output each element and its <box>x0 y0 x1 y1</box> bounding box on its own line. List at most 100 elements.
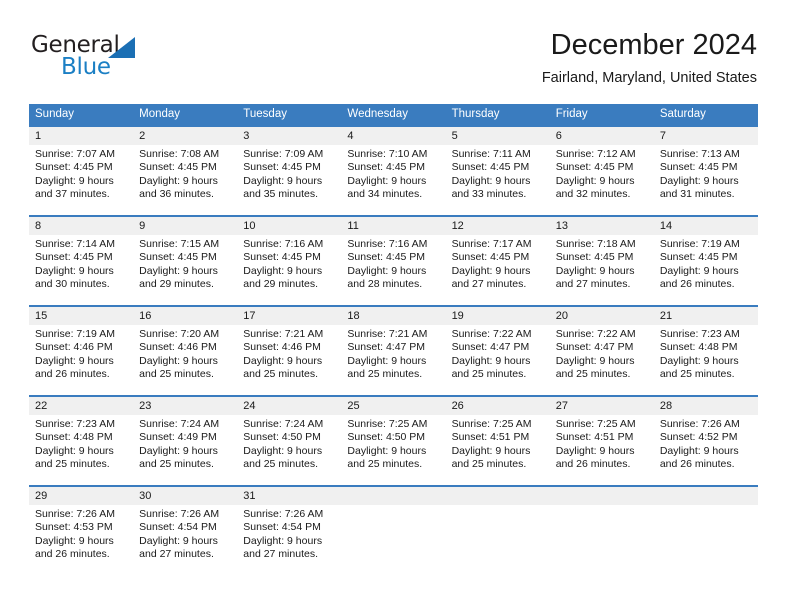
day-cell[interactable]: Sunrise: 7:25 AM Sunset: 4:50 PM Dayligh… <box>341 415 445 485</box>
day-number[interactable]: 31 <box>237 487 341 505</box>
day-cell[interactable]: Sunrise: 7:10 AM Sunset: 4:45 PM Dayligh… <box>341 145 445 215</box>
sunset-text: Sunset: 4:47 PM <box>451 341 530 354</box>
day-number[interactable]: 12 <box>446 217 550 235</box>
day-number[interactable]: 18 <box>341 307 445 325</box>
general-blue-logo[interactable]: General Blue <box>29 32 169 88</box>
daylight-text-line2: and 27 minutes. <box>555 278 631 291</box>
day-cell[interactable]: Sunrise: 7:17 AM Sunset: 4:45 PM Dayligh… <box>446 235 550 305</box>
daylight-text-line2: and 27 minutes. <box>139 548 214 561</box>
week-day-number-band: 29 30 31 <box>29 487 758 505</box>
daylight-text-line1: Daylight: 9 hours <box>35 444 114 457</box>
weekday-header-friday: Friday <box>555 108 588 120</box>
sunrise-text: Sunrise: 7:20 AM <box>139 328 220 340</box>
day-cell[interactable]: Sunrise: 7:26 AM Sunset: 4:54 PM Dayligh… <box>133 505 237 575</box>
sunrise-text: Sunrise: 7:24 AM <box>243 418 324 430</box>
day-cell[interactable]: Sunrise: 7:16 AM Sunset: 4:45 PM Dayligh… <box>341 235 445 305</box>
day-number[interactable]: 28 <box>654 397 758 415</box>
day-number[interactable]: 30 <box>133 487 237 505</box>
day-cell[interactable]: Sunrise: 7:22 AM Sunset: 4:47 PM Dayligh… <box>446 325 550 395</box>
day-cell[interactable]: Sunrise: 7:22 AM Sunset: 4:47 PM Dayligh… <box>550 325 654 395</box>
day-number[interactable]: 9 <box>133 217 237 235</box>
daylight-text-line2: and 32 minutes. <box>555 188 631 201</box>
day-cell[interactable]: Sunrise: 7:14 AM Sunset: 4:45 PM Dayligh… <box>29 235 133 305</box>
day-cell[interactable]: Sunrise: 7:16 AM Sunset: 4:45 PM Dayligh… <box>237 235 341 305</box>
sunset-text: Sunset: 4:50 PM <box>347 431 426 444</box>
blue-triangle-icon <box>108 37 135 58</box>
day-cell[interactable]: Sunrise: 7:21 AM Sunset: 4:46 PM Dayligh… <box>237 325 341 395</box>
day-number[interactable]: 20 <box>550 307 654 325</box>
daylight-text-line1: Daylight: 9 hours <box>35 534 114 547</box>
day-cell[interactable]: Sunrise: 7:21 AM Sunset: 4:47 PM Dayligh… <box>341 325 445 395</box>
day-cell[interactable]: Sunrise: 7:26 AM Sunset: 4:53 PM Dayligh… <box>29 505 133 575</box>
day-number[interactable]: 23 <box>133 397 237 415</box>
day-number[interactable]: 11 <box>341 217 445 235</box>
day-cell[interactable]: Sunrise: 7:20 AM Sunset: 4:46 PM Dayligh… <box>133 325 237 395</box>
daylight-text-line1: Daylight: 9 hours <box>659 354 739 367</box>
daylight-text-line2: and 25 minutes. <box>139 368 214 381</box>
day-number[interactable]: 24 <box>237 397 341 415</box>
day-cell[interactable]: Sunrise: 7:09 AM Sunset: 4:45 PM Dayligh… <box>237 145 341 215</box>
daylight-text-line2: and 26 minutes. <box>659 278 735 291</box>
day-cell[interactable]: Sunrise: 7:15 AM Sunset: 4:45 PM Dayligh… <box>133 235 237 305</box>
calendar-grid: Sunday Monday Tuesday Wednesday Thursday… <box>29 104 758 575</box>
day-number[interactable]: 15 <box>29 307 133 325</box>
week-detail-band: Sunrise: 7:14 AM Sunset: 4:45 PM Dayligh… <box>29 235 758 305</box>
daylight-text-line2: and 35 minutes. <box>243 188 318 201</box>
daylight-text-line1: Daylight: 9 hours <box>451 354 531 367</box>
day-number[interactable]: 4 <box>341 127 445 145</box>
day-cell[interactable]: Sunrise: 7:25 AM Sunset: 4:51 PM Dayligh… <box>446 415 550 485</box>
day-cell[interactable]: Sunrise: 7:12 AM Sunset: 4:45 PM Dayligh… <box>550 145 654 215</box>
day-cell[interactable]: Sunrise: 7:26 AM Sunset: 4:52 PM Dayligh… <box>654 415 758 485</box>
day-cell[interactable]: Sunrise: 7:24 AM Sunset: 4:50 PM Dayligh… <box>237 415 341 485</box>
day-cell[interactable]: Sunrise: 7:07 AM Sunset: 4:45 PM Dayligh… <box>29 145 133 215</box>
day-cell[interactable]: Sunrise: 7:13 AM Sunset: 4:45 PM Dayligh… <box>654 145 758 215</box>
day-cell[interactable]: Sunrise: 7:26 AM Sunset: 4:54 PM Dayligh… <box>237 505 341 575</box>
day-cell[interactable]: Sunrise: 7:23 AM Sunset: 4:48 PM Dayligh… <box>654 325 758 395</box>
sunset-text: Sunset: 4:45 PM <box>555 161 634 174</box>
day-number[interactable]: 21 <box>654 307 758 325</box>
daylight-text-line2: and 25 minutes. <box>555 368 631 381</box>
sunrise-text: Sunrise: 7:26 AM <box>139 508 220 520</box>
day-number[interactable]: 26 <box>446 397 550 415</box>
day-cell[interactable]: Sunrise: 7:23 AM Sunset: 4:48 PM Dayligh… <box>29 415 133 485</box>
day-cell[interactable]: Sunrise: 7:18 AM Sunset: 4:45 PM Dayligh… <box>550 235 654 305</box>
sunrise-text: Sunrise: 7:26 AM <box>659 418 740 430</box>
daylight-text-line2: and 37 minutes. <box>35 188 110 201</box>
day-number[interactable]: 17 <box>237 307 341 325</box>
day-number-empty <box>446 487 550 505</box>
day-cell[interactable]: Sunrise: 7:25 AM Sunset: 4:51 PM Dayligh… <box>550 415 654 485</box>
daylight-text-line2: and 26 minutes. <box>659 458 735 471</box>
day-number[interactable]: 5 <box>446 127 550 145</box>
day-number[interactable]: 2 <box>133 127 237 145</box>
sunrise-text: Sunrise: 7:16 AM <box>347 238 428 250</box>
day-number[interactable]: 14 <box>654 217 758 235</box>
sunset-text: Sunset: 4:45 PM <box>35 251 113 264</box>
sunset-text: Sunset: 4:46 PM <box>35 341 113 354</box>
day-number[interactable]: 7 <box>654 127 758 145</box>
week-day-number-band: 1 2 3 4 5 6 7 <box>29 127 758 145</box>
day-number[interactable]: 29 <box>29 487 133 505</box>
sunset-text: Sunset: 4:53 PM <box>35 521 113 534</box>
day-number[interactable]: 22 <box>29 397 133 415</box>
day-number[interactable]: 6 <box>550 127 654 145</box>
day-number[interactable]: 27 <box>550 397 654 415</box>
day-number-empty <box>654 487 758 505</box>
day-number[interactable]: 1 <box>29 127 133 145</box>
sunrise-text: Sunrise: 7:25 AM <box>347 418 428 430</box>
day-cell-empty <box>341 505 445 575</box>
day-number[interactable]: 8 <box>29 217 133 235</box>
daylight-text-line2: and 30 minutes. <box>35 278 110 291</box>
day-cell[interactable]: Sunrise: 7:19 AM Sunset: 4:45 PM Dayligh… <box>654 235 758 305</box>
day-number[interactable]: 25 <box>341 397 445 415</box>
sunset-text: Sunset: 4:51 PM <box>451 431 530 444</box>
day-cell[interactable]: Sunrise: 7:08 AM Sunset: 4:45 PM Dayligh… <box>133 145 237 215</box>
day-number[interactable]: 10 <box>237 217 341 235</box>
day-number[interactable]: 13 <box>550 217 654 235</box>
day-number[interactable]: 16 <box>133 307 237 325</box>
day-cell[interactable]: Sunrise: 7:19 AM Sunset: 4:46 PM Dayligh… <box>29 325 133 395</box>
day-number[interactable]: 19 <box>446 307 550 325</box>
day-cell[interactable]: Sunrise: 7:24 AM Sunset: 4:49 PM Dayligh… <box>133 415 237 485</box>
day-cell[interactable]: Sunrise: 7:11 AM Sunset: 4:45 PM Dayligh… <box>446 145 550 215</box>
day-number[interactable]: 3 <box>237 127 341 145</box>
weekday-header-row: Sunday Monday Tuesday Wednesday Thursday… <box>29 104 758 125</box>
